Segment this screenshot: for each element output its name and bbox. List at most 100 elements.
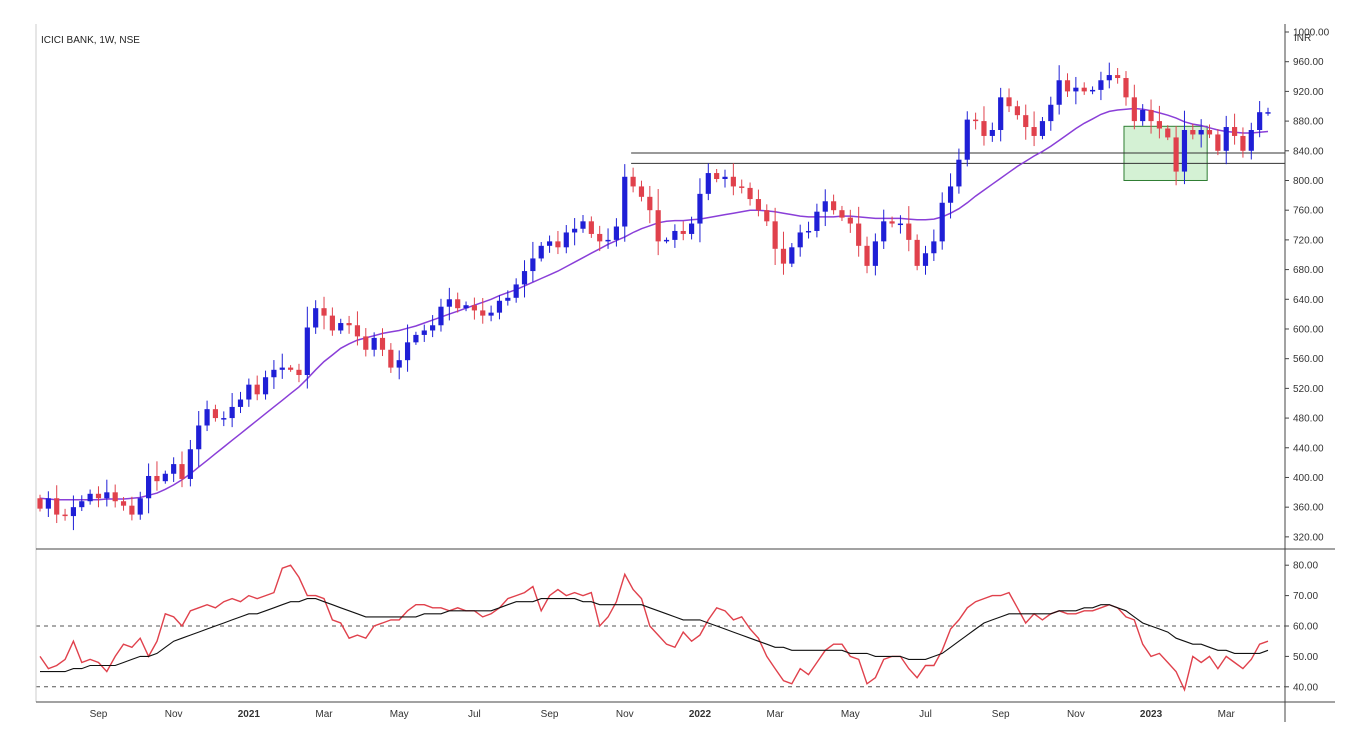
- candle-body[interactable]: [864, 245, 870, 266]
- candle-body[interactable]: [1089, 89, 1096, 92]
- candle-body[interactable]: [897, 223, 904, 226]
- candle-body[interactable]: [1223, 127, 1229, 151]
- candle-body[interactable]: [1165, 128, 1171, 138]
- candle-body[interactable]: [62, 514, 68, 517]
- candle-body[interactable]: [1198, 130, 1204, 135]
- candle-body[interactable]: [831, 201, 837, 211]
- candle-body[interactable]: [1265, 112, 1271, 114]
- candle-body[interactable]: [87, 493, 93, 502]
- candle-body[interactable]: [446, 299, 452, 307]
- candle-body[interactable]: [973, 119, 979, 122]
- candle-body[interactable]: [730, 176, 736, 187]
- candle-body[interactable]: [413, 334, 419, 343]
- candle-body[interactable]: [889, 221, 895, 224]
- candle-body[interactable]: [329, 315, 335, 331]
- candle-body[interactable]: [1039, 121, 1046, 136]
- candle-body[interactable]: [881, 221, 887, 242]
- chart-svg[interactable]: 320.00 360.00 400.00 440.00 480.00 520.00 560.…: [0, 0, 1354, 740]
- candle-body[interactable]: [663, 239, 670, 242]
- candle-body[interactable]: [1073, 87, 1079, 92]
- candle-body[interactable]: [1081, 87, 1087, 92]
- candle-body[interactable]: [931, 241, 937, 254]
- candle-body[interactable]: [338, 323, 344, 331]
- candle-body[interactable]: [638, 186, 645, 197]
- candle-body[interactable]: [246, 384, 252, 400]
- candle-body[interactable]: [1023, 115, 1029, 128]
- candle-body[interactable]: [998, 97, 1004, 131]
- candle-body[interactable]: [171, 464, 177, 474]
- candle-body[interactable]: [137, 498, 143, 515]
- candle-body[interactable]: [647, 196, 653, 211]
- candle-body[interactable]: [1115, 75, 1121, 79]
- candle-body[interactable]: [488, 312, 494, 316]
- candle-body[interactable]: [755, 199, 762, 211]
- candle-body[interactable]: [1131, 97, 1137, 122]
- candle-body[interactable]: [129, 505, 135, 515]
- candle-body[interactable]: [981, 121, 987, 136]
- candle-body[interactable]: [680, 230, 686, 234]
- candle-body[interactable]: [856, 223, 862, 246]
- candle-body[interactable]: [146, 475, 152, 499]
- candle-body[interactable]: [1257, 112, 1263, 131]
- candle-body[interactable]: [622, 176, 628, 227]
- candle-body[interactable]: [1048, 104, 1054, 122]
- candle-body[interactable]: [597, 233, 603, 242]
- candle-body[interactable]: [521, 271, 528, 285]
- candle-body[interactable]: [196, 425, 202, 450]
- candle-body[interactable]: [54, 498, 60, 515]
- candle-body[interactable]: [421, 330, 427, 335]
- candle-body[interactable]: [37, 498, 43, 509]
- candle-body[interactable]: [95, 493, 102, 499]
- candle-body[interactable]: [814, 211, 820, 231]
- candle-body[interactable]: [772, 221, 778, 249]
- candle-body[interactable]: [471, 305, 477, 311]
- candle-body[interactable]: [588, 221, 594, 234]
- candle-body[interactable]: [947, 186, 954, 203]
- candle-body[interactable]: [630, 176, 636, 187]
- candle-body[interactable]: [822, 201, 828, 212]
- candle-body[interactable]: [1148, 109, 1154, 122]
- candle-body[interactable]: [872, 241, 878, 266]
- candle-body[interactable]: [689, 223, 695, 234]
- candle-body[interactable]: [1248, 130, 1254, 151]
- candle-body[interactable]: [79, 501, 85, 508]
- candle-body[interactable]: [914, 239, 920, 266]
- candle-body[interactable]: [505, 297, 511, 301]
- candle-body[interactable]: [906, 223, 912, 240]
- candle-body[interactable]: [1106, 75, 1112, 81]
- candle-body[interactable]: [605, 239, 611, 242]
- candle-body[interactable]: [1181, 130, 1188, 172]
- candle-body[interactable]: [538, 245, 544, 259]
- candle-body[interactable]: [1064, 80, 1071, 92]
- candle-body[interactable]: [304, 327, 310, 376]
- candle-body[interactable]: [764, 210, 770, 222]
- candle-body[interactable]: [1031, 127, 1037, 136]
- candle-body[interactable]: [805, 230, 812, 233]
- candle-body[interactable]: [296, 369, 302, 376]
- candle-body[interactable]: [254, 384, 260, 395]
- candle-body[interactable]: [546, 241, 553, 246]
- candle-body[interactable]: [1098, 80, 1104, 90]
- candle-body[interactable]: [204, 409, 210, 426]
- candle-body[interactable]: [237, 399, 244, 407]
- candle-body[interactable]: [480, 310, 486, 316]
- candle-body[interactable]: [388, 349, 394, 368]
- candle-body[interactable]: [404, 342, 411, 361]
- candle-body[interactable]: [438, 306, 444, 326]
- candle-body[interactable]: [1014, 106, 1020, 116]
- candle-body[interactable]: [379, 337, 386, 350]
- candle-body[interactable]: [371, 337, 377, 350]
- candle-body[interactable]: [613, 226, 619, 240]
- candle-body[interactable]: [847, 217, 853, 224]
- candle-body[interactable]: [797, 232, 803, 248]
- candle-body[interactable]: [839, 210, 845, 218]
- candle-body[interactable]: [104, 492, 110, 499]
- candle-body[interactable]: [563, 232, 569, 248]
- candle-body[interactable]: [1173, 137, 1179, 172]
- candle-body[interactable]: [1231, 127, 1238, 136]
- candle-body[interactable]: [1056, 80, 1062, 105]
- candle-body[interactable]: [789, 247, 795, 264]
- candle-body[interactable]: [530, 258, 536, 272]
- candle-body[interactable]: [179, 464, 185, 479]
- candle-body[interactable]: [262, 377, 269, 395]
